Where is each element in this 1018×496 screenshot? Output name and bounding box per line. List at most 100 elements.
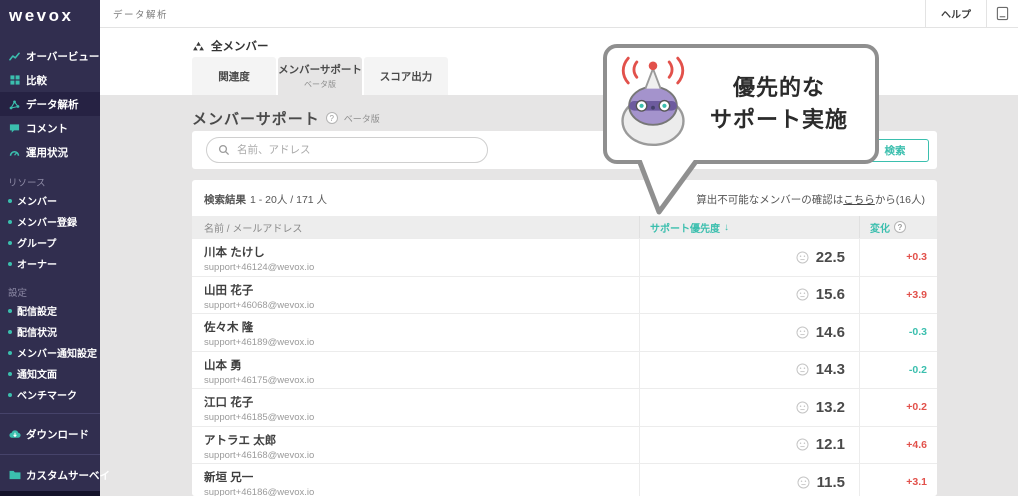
document-icon xyxy=(996,6,1009,21)
results-card: 検索結果1 - 20人 / 171 人 算出不可能なメンバーの確認はこちらから(… xyxy=(192,180,937,496)
sort-descending-icon: ↓ xyxy=(724,222,729,233)
priority-cell: 12.1 xyxy=(639,427,859,464)
tab-2[interactable]: メンバーサポートベータ版 xyxy=(278,57,362,95)
priority-cell: 13.2 xyxy=(639,389,859,426)
tab-label: 関連度 xyxy=(192,69,276,84)
callout-line2: サポート実施 xyxy=(693,104,865,136)
change-cell: -0.2 xyxy=(859,352,937,389)
priority-cell: 15.6 xyxy=(639,277,859,314)
sidebar-item-folder[interactable]: カスタムサーベイ xyxy=(0,463,100,487)
tab-3[interactable]: スコア出力 xyxy=(364,57,448,95)
neutral-face-icon xyxy=(796,287,809,302)
sidebar-subitem-label: メンバー登録 xyxy=(17,214,77,229)
search-icon xyxy=(217,144,230,156)
app-root: wevox オーバービュー比較データ解析コメント運用状況 リソースメンバーメンバ… xyxy=(0,0,1018,496)
member-cell: 山田 花子support+46068@wevox.io xyxy=(192,277,639,314)
sidebar-subitem[interactable]: 配信状況 xyxy=(0,321,100,342)
beta-badge: ベータ版 xyxy=(344,112,380,125)
help-button[interactable]: ヘルプ xyxy=(925,0,986,27)
member-name: 山田 花子 xyxy=(204,282,639,298)
sidebar-item-comment[interactable]: コメント xyxy=(0,116,100,140)
member-cell: アトラエ 太郎support+46168@wevox.io xyxy=(192,427,639,464)
member-email: support+46168@wevox.io xyxy=(204,450,639,461)
member-name: 江口 花子 xyxy=(204,394,639,410)
note-prefix: 算出不可能なメンバーの確認は xyxy=(696,194,843,206)
priority-score: 14.3 xyxy=(816,361,845,378)
topbar: データ解析 ヘルプ xyxy=(100,0,1018,28)
table-row[interactable]: 佐々木 隆support+46189@wevox.io14.6-0.3 xyxy=(192,313,937,351)
tab-1[interactable]: 関連度 xyxy=(192,57,276,95)
member-cell: 新垣 兄一support+46186@wevox.io xyxy=(192,464,639,496)
sidebar-subitem[interactable]: オーナー xyxy=(0,253,100,274)
sidebar-subitem[interactable]: メンバー xyxy=(0,190,100,211)
manual-button[interactable] xyxy=(986,0,1018,27)
table-row[interactable]: 山田 花子support+46068@wevox.io15.6+3.9 xyxy=(192,276,937,314)
table-row[interactable]: 川本 たけしsupport+46124@wevox.io22.5+0.3 xyxy=(192,238,937,276)
member-email: support+46186@wevox.io xyxy=(204,487,639,496)
network-icon xyxy=(8,99,21,110)
bullet-icon xyxy=(8,330,12,334)
change-cell: +0.3 xyxy=(859,239,937,276)
sidebar-subitem[interactable]: 通知文面 xyxy=(0,363,100,384)
sidebar-item-label: データ解析 xyxy=(26,97,79,112)
search-field[interactable] xyxy=(206,137,488,163)
member-cell: 山本 勇support+46175@wevox.io xyxy=(192,352,639,389)
sidebar-subitem-label: グループ xyxy=(17,235,56,250)
sidebar-sections: リソースメンバーメンバー登録グループオーナー設定配信設定配信状況メンバー通知設定… xyxy=(0,174,100,405)
table-row[interactable]: アトラエ 太郎support+46168@wevox.io12.1+4.6 xyxy=(192,426,937,464)
folder-icon xyxy=(8,470,21,480)
bullet-icon xyxy=(8,309,12,313)
sidebar-subitem[interactable]: メンバー登録 xyxy=(0,211,100,232)
sidebar-subitem[interactable]: グループ xyxy=(0,232,100,253)
bullet-icon xyxy=(8,241,12,245)
comment-icon xyxy=(8,123,21,134)
priority-score: 11.5 xyxy=(817,474,845,491)
sidebar-subitem-label: メンバー通知設定 xyxy=(17,345,97,360)
sidebar-subitem[interactable]: 配信設定 xyxy=(0,300,100,321)
member-email: support+46189@wevox.io xyxy=(204,337,639,348)
sidebar-item-cloud-download[interactable]: ダウンロード xyxy=(0,422,100,446)
change-value: +0.2 xyxy=(906,401,927,413)
sidebar-item-label: ダウンロード xyxy=(26,427,89,442)
sidebar-item-chart-line[interactable]: オーバービュー xyxy=(0,44,100,68)
change-cell: +4.6 xyxy=(859,427,937,464)
sidebar: wevox オーバービュー比較データ解析コメント運用状況 リソースメンバーメンバ… xyxy=(0,0,100,496)
sidebar-subitem[interactable]: メンバー通知設定 xyxy=(0,342,100,363)
bullet-icon xyxy=(8,262,12,266)
callout-pointer xyxy=(636,160,700,223)
priority-score: 22.5 xyxy=(816,249,845,266)
change-value: +3.1 xyxy=(906,476,927,488)
wevox-logo[interactable]: wevox xyxy=(0,0,100,30)
sidebar-subitem-label: オーナー xyxy=(17,256,57,271)
priority-score: 15.6 xyxy=(816,286,845,303)
table-row[interactable]: 新垣 兄一support+46186@wevox.io 11.5 +3.1 xyxy=(192,463,937,496)
wevox-mascot-icon xyxy=(613,56,693,153)
sidebar-subitem-label: 通知文面 xyxy=(17,366,57,381)
table-row[interactable]: 山本 勇support+46175@wevox.io 14.3 -0.2 xyxy=(192,351,937,389)
results-summary-value: 1 - 20人 / 171 人 xyxy=(250,194,327,206)
sidebar-item-grid[interactable]: 比較 xyxy=(0,68,100,92)
table-row[interactable]: 江口 花子 support+46185@wevox.io13.2 +0.2 xyxy=(192,388,937,426)
search-input[interactable] xyxy=(237,144,477,156)
help-question-icon[interactable] xyxy=(326,112,338,124)
sidebar-item-label: オーバービュー xyxy=(26,49,99,64)
sidebar-subitem-label: 配信状況 xyxy=(17,324,57,339)
sidebar-bottom-strip xyxy=(0,491,100,496)
sidebar-item-label: カスタムサーベイ xyxy=(26,468,110,483)
member-email: support+46185@wevox.io xyxy=(204,412,639,423)
bullet-icon xyxy=(8,351,12,355)
column-header-change[interactable]: 変化 xyxy=(859,216,937,238)
change-cell: -0.3 xyxy=(859,314,937,351)
change-question-icon[interactable] xyxy=(894,221,906,233)
sidebar-item-network[interactable]: データ解析 xyxy=(0,92,100,116)
topbar-title: データ解析 xyxy=(113,7,168,21)
callout-text: 優先的な サポート実施 xyxy=(693,72,865,136)
uncomputable-link[interactable]: こちら xyxy=(843,194,875,206)
grid-icon xyxy=(8,75,21,85)
results-summary: 検索結果1 - 20人 / 171 人 xyxy=(204,192,327,207)
content-area: メンバーサポート ベータ版 検索 検索結果1 - 20人 / 171 人 xyxy=(100,95,1018,496)
main-area: データ解析 ヘルプ 全メンバー 関連度メンバーサポートベータ版スコア出力 xyxy=(100,0,1018,496)
scope-band: 全メンバー 関連度メンバーサポートベータ版スコア出力 xyxy=(100,28,1018,95)
sidebar-item-gauge[interactable]: 運用状況 xyxy=(0,140,100,164)
sidebar-subitem[interactable]: ベンチマーク xyxy=(0,384,100,405)
